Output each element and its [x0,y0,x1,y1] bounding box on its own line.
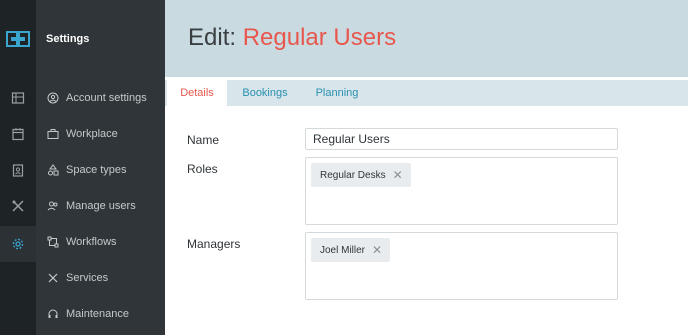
calendar-icon [12,128,24,141]
sidebar-item-workplace[interactable]: Workplace [36,116,165,152]
roles-label: Roles [187,162,218,176]
tools-icon [12,200,24,212]
sidebar-title: Settings [46,33,90,45]
name-label: Name [187,133,220,147]
sidebar-item-workflows[interactable]: Workflows [36,224,165,260]
sidebar-item-label: Maintenance [66,308,129,320]
tab-planning[interactable]: Planning [305,80,369,106]
sidebar-item-label: Workplace [66,128,118,140]
page-title: Edit: Regular Users [188,24,396,52]
building-icon [11,92,25,104]
page-title-prefix: Edit: [188,24,237,51]
sidebar-item-account-settings[interactable]: Account settings [36,80,165,116]
headset-icon [48,309,58,318]
gear-icon [12,238,24,250]
shapes-icon [48,164,59,176]
workflow-icon [47,236,59,248]
rail-badge-button[interactable] [0,152,36,188]
page-title-name: Regular Users [242,24,397,51]
settings-sidebar: Settings Account settings Workplace Spac… [36,0,165,335]
users-icon [47,201,58,211]
managers-field[interactable]: Joel Miller ✕ [305,232,618,300]
close-icon[interactable]: ✕ [393,169,403,181]
sidebar-item-label: Workflows [66,236,117,248]
badge-icon [12,164,24,177]
briefcase-icon [47,129,59,139]
rail-building-button[interactable] [0,80,36,116]
manager-tag-label: Joel Miller [320,244,366,256]
account-icon [47,92,59,104]
sidebar-item-services[interactable]: Services [36,260,165,296]
sidebar-item-label: Space types [66,164,127,176]
managers-label: Managers [187,237,241,251]
name-field[interactable]: Regular Users [305,128,618,150]
close-icon[interactable]: ✕ [372,244,382,256]
rail-calendar-button[interactable] [0,116,36,152]
role-tag: Regular Desks ✕ [311,163,411,187]
role-tag-label: Regular Desks [320,169,386,181]
sidebar-item-space-types[interactable]: Space types [36,152,165,188]
sidebar-item-manage-users[interactable]: Manage users [36,188,165,224]
tab-bar: Details Bookings Planning [165,80,688,106]
sidebar-item-label: Services [66,272,109,284]
tab-bookings[interactable]: Bookings [233,80,297,106]
tab-details[interactable]: Details [167,80,227,106]
sidebar-item-label: Manage users [66,200,136,212]
logo-icon[interactable] [6,30,30,48]
tools-icon [48,273,58,283]
sidebar-item-label: Account settings [66,92,147,104]
rail-tools-button[interactable] [0,188,36,224]
icon-rail [0,0,36,335]
manager-tag: Joel Miller ✕ [311,238,391,262]
sidebar-item-maintenance[interactable]: Maintenance [36,296,165,332]
rail-settings-button[interactable] [0,226,36,262]
roles-field[interactable]: Regular Desks ✕ [305,157,618,225]
page-header: Edit: Regular Users [165,0,688,77]
